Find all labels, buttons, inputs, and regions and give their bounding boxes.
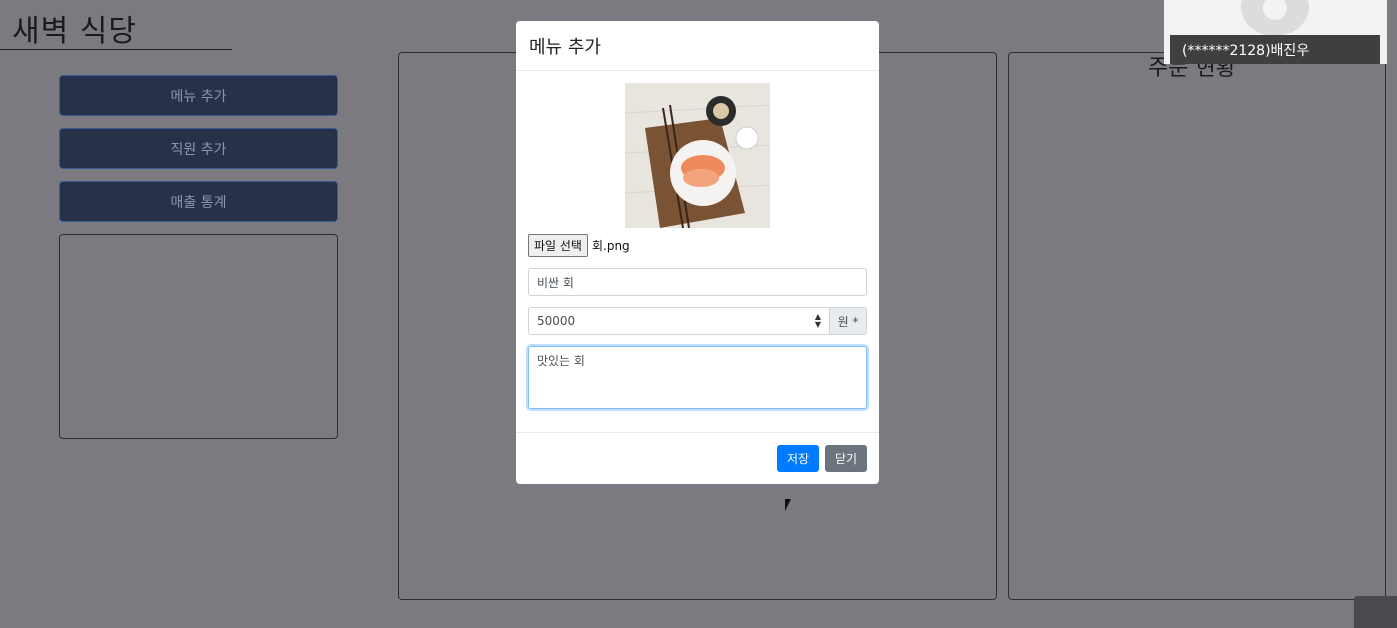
- order-status-panel: [1008, 52, 1386, 600]
- description-textarea[interactable]: 맛있는 회: [528, 346, 867, 409]
- choose-file-button[interactable]: 파일 선택: [528, 234, 588, 257]
- price-field: 50000 ▲ ▼ 원 *: [528, 307, 867, 335]
- modal-footer-divider: [516, 432, 879, 433]
- description-value: 맛있는 회: [537, 354, 585, 368]
- add-menu-modal: 메뉴 추가 파일 선택 회.png 비싼 회 50000 ▲ ▼ 원 * 맛있는…: [516, 21, 879, 484]
- close-button[interactable]: 닫기: [825, 445, 867, 472]
- selected-file-name: 회.png: [591, 239, 630, 253]
- file-picker: 파일 선택 회.png: [528, 234, 630, 257]
- add-staff-button[interactable]: 직원 추가: [59, 128, 338, 169]
- sidebar-panel: [59, 234, 338, 439]
- sales-stats-button[interactable]: 매출 통계: [59, 181, 338, 222]
- modal-header: 메뉴 추가: [516, 21, 879, 71]
- mouse-cursor-icon: [785, 499, 791, 511]
- participant-name: (******2128)배진우: [1170, 35, 1380, 64]
- food-photo: [625, 83, 770, 228]
- app-title: 새벽 식당: [12, 14, 137, 49]
- spinner-icon[interactable]: ▲ ▼: [815, 313, 821, 329]
- add-menu-button[interactable]: 메뉴 추가: [59, 75, 338, 116]
- price-value: 50000: [537, 314, 576, 328]
- menu-name-value: 비싼 회: [537, 275, 574, 290]
- corner-widget[interactable]: [1354, 596, 1397, 628]
- price-unit-addon: 원 *: [829, 307, 867, 335]
- price-input[interactable]: 50000 ▲ ▼: [528, 307, 829, 335]
- menu-image-preview: [625, 83, 770, 228]
- menu-name-input[interactable]: 비싼 회: [528, 268, 867, 296]
- save-button[interactable]: 저장: [777, 445, 819, 472]
- modal-title: 메뉴 추가: [529, 36, 601, 58]
- title-divider: [0, 49, 232, 50]
- avatar: [1241, 0, 1309, 36]
